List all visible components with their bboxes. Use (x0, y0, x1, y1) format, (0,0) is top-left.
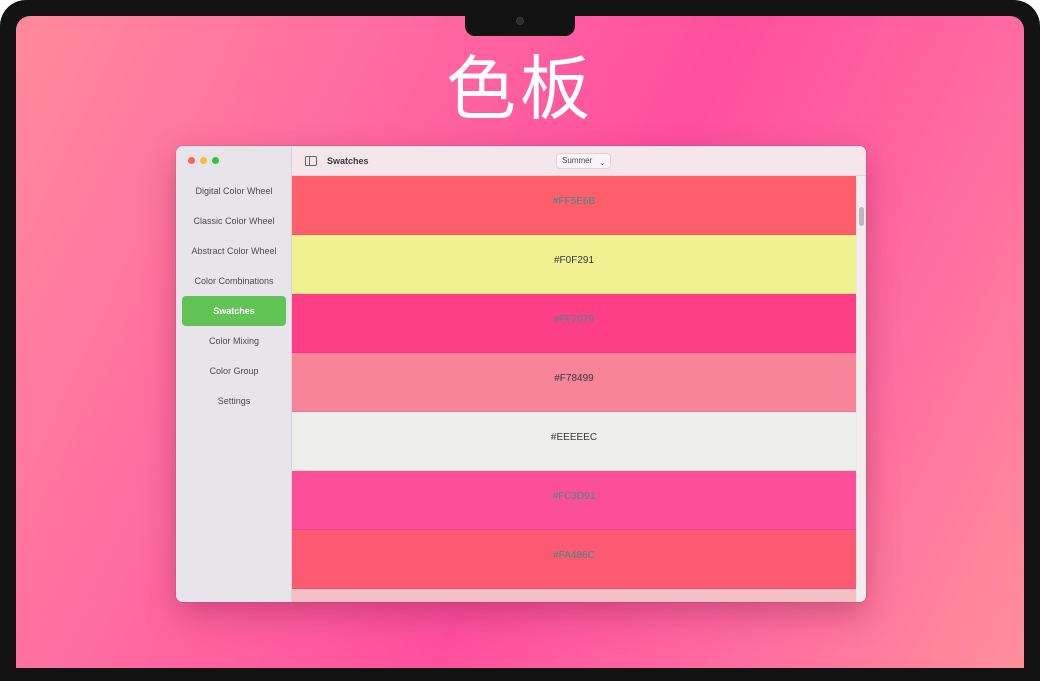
swatch-hex-label: #F78499 (554, 373, 594, 384)
swatch-row[interactable] (292, 589, 856, 602)
scrollbar[interactable] (858, 176, 866, 602)
swatch-row[interactable]: #F0F291 (292, 235, 856, 294)
page-title: Swatches (327, 156, 369, 166)
scrollbar-thumb[interactable] (859, 207, 864, 226)
sidebar-item-abstract-color-wheel[interactable]: Abstract Color Wheel (182, 236, 286, 266)
chevron-down-icon: ⌄ (599, 160, 606, 167)
swatch-hex-label: #FF5E6B (552, 196, 596, 207)
zoom-window-button[interactable] (212, 157, 219, 164)
swatch-list[interactable]: #FF5E6B #F0F291 #FF2079 #F78499 #EEEEEC … (292, 176, 858, 602)
sidebar-item-color-mixing[interactable]: Color Mixing (182, 326, 286, 356)
swatch-hex-label: #FA486C (553, 550, 595, 561)
toolbar: Swatches Summer ⌄ (292, 146, 866, 176)
sidebar-nav: Digital Color Wheel Classic Color Wheel … (176, 176, 292, 416)
swatch-hex-label: #F0F291 (553, 255, 595, 266)
sidebar: Digital Color Wheel Classic Color Wheel … (176, 146, 292, 602)
sidebar-item-digital-color-wheel[interactable]: Digital Color Wheel (182, 176, 286, 206)
sidebar-item-color-group[interactable]: Color Group (182, 356, 286, 386)
main-content: Swatches Summer ⌄ #FF5E6B #F0F291 #FF207… (292, 146, 866, 602)
sidebar-item-swatches[interactable]: Swatches (182, 296, 286, 326)
camera-icon (516, 17, 524, 25)
desktop-screen: 色板 Digital Color Wheel Classic Color Whe… (16, 16, 1024, 668)
sidebar-item-color-combinations[interactable]: Color Combinations (182, 266, 286, 296)
swatch-hex-label: #FC3D91 (552, 491, 596, 502)
sidebar-toggle-icon[interactable] (305, 156, 317, 166)
sidebar-item-classic-color-wheel[interactable]: Classic Color Wheel (182, 206, 286, 236)
laptop-bezel: 色板 Digital Color Wheel Classic Color Whe… (0, 0, 1040, 681)
hero-title: 色板 (446, 48, 594, 130)
close-window-button[interactable] (188, 157, 195, 164)
scheme-dropdown[interactable]: Summer ⌄ (556, 153, 612, 169)
sidebar-item-settings[interactable]: Settings (182, 386, 286, 416)
swatch-row[interactable]: #FC3D91 (292, 471, 856, 530)
swatch-row[interactable]: #FF2079 (292, 294, 856, 353)
swatch-row[interactable]: #F78499 (292, 353, 856, 412)
swatch-row[interactable]: #FF5E6B (292, 176, 856, 235)
camera-notch (465, 14, 575, 36)
swatch-row[interactable]: #FA486C (292, 530, 856, 589)
minimize-window-button[interactable] (200, 157, 207, 164)
window-controls (188, 157, 224, 165)
app-window: Digital Color Wheel Classic Color Wheel … (176, 146, 866, 602)
swatch-row[interactable]: #EEEEEC (292, 412, 856, 471)
swatch-hex-label: #EEEEEC (550, 432, 598, 443)
scheme-dropdown-value: Summer (562, 156, 593, 165)
swatch-hex-label: #FF2079 (553, 314, 595, 325)
